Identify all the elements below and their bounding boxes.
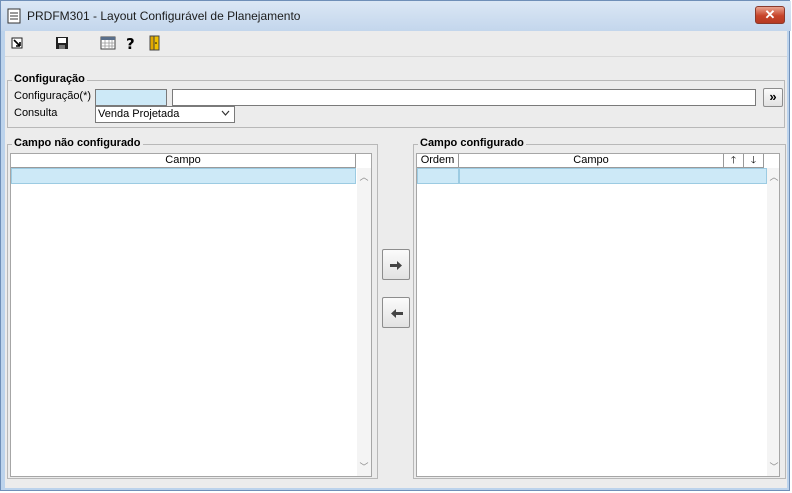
right-panel-label: Campo configurado xyxy=(418,137,526,149)
left-panel-group: Campo não configurado Campo ︿ ﹀ xyxy=(7,137,378,479)
column-header-campo[interactable]: Campo xyxy=(11,154,356,168)
column-header-ordem[interactable]: Ordem xyxy=(417,154,459,168)
chevron-down-icon xyxy=(221,110,230,116)
left-panel-label: Campo não configurado xyxy=(12,137,143,149)
configuracao-group-label: Configuração xyxy=(12,73,87,85)
document-icon xyxy=(7,8,21,24)
consulta-label: Consulta xyxy=(14,107,58,119)
move-left-button[interactable] xyxy=(382,297,410,328)
configured-fields-grid: Ordem Campo 🡑 🡓 ︿ ﹀ xyxy=(416,153,780,477)
title-bar[interactable]: PRDFM301 - Layout Configurável de Planej… xyxy=(1,1,791,31)
scroll-up-icon[interactable]: ︿ xyxy=(357,170,371,183)
app-window: PRDFM301 - Layout Configurável de Planej… xyxy=(0,0,791,491)
arrow-left-icon xyxy=(391,309,403,318)
door-icon[interactable] xyxy=(146,35,162,51)
move-up-button[interactable]: 🡑 xyxy=(724,154,744,168)
configuracao-description-input[interactable] xyxy=(172,89,756,106)
right-panel-group: Campo configurado Ordem Campo 🡑 🡓 ︿ ﹀ xyxy=(413,137,786,479)
move-down-button[interactable]: 🡓 xyxy=(744,154,764,168)
svg-text:?: ? xyxy=(126,35,135,51)
calendar-icon[interactable] xyxy=(100,35,116,51)
unconfigured-fields-grid: Campo ︿ ﹀ xyxy=(10,153,372,477)
column-header-campo[interactable]: Campo xyxy=(459,154,724,168)
configuracao-group: Configuração Configuração(*) » Consulta … xyxy=(7,73,785,128)
scroll-up-icon[interactable]: ︿ xyxy=(767,170,779,183)
help-icon[interactable]: ? xyxy=(123,35,139,51)
vertical-scrollbar[interactable]: ︿ ﹀ xyxy=(767,168,779,476)
configuracao-label: Configuração(*) xyxy=(14,90,92,102)
move-right-button[interactable] xyxy=(382,249,410,280)
save-icon[interactable] xyxy=(54,35,70,51)
close-button[interactable]: ✕ xyxy=(755,6,785,24)
table-row[interactable] xyxy=(11,168,356,184)
consulta-value: Venda Projetada xyxy=(98,108,180,120)
scroll-down-icon[interactable]: ﹀ xyxy=(357,460,371,473)
scroll-down-icon[interactable]: ﹀ xyxy=(767,460,779,473)
table-row-ordem[interactable] xyxy=(417,168,459,184)
toolbar: ? xyxy=(5,31,787,57)
configuracao-code-input[interactable] xyxy=(95,89,167,106)
exit-icon[interactable] xyxy=(9,35,25,51)
table-row-campo[interactable] xyxy=(459,168,767,184)
arrow-right-icon xyxy=(390,261,402,270)
lookup-button[interactable]: » xyxy=(763,88,783,107)
vertical-scrollbar[interactable]: ︿ ﹀ xyxy=(357,168,371,476)
consulta-select[interactable]: Venda Projetada xyxy=(95,106,235,123)
window-title: PRDFM301 - Layout Configurável de Planej… xyxy=(27,9,301,23)
client-area: ? Configuração Configuração(*) » Consult… xyxy=(5,31,787,488)
